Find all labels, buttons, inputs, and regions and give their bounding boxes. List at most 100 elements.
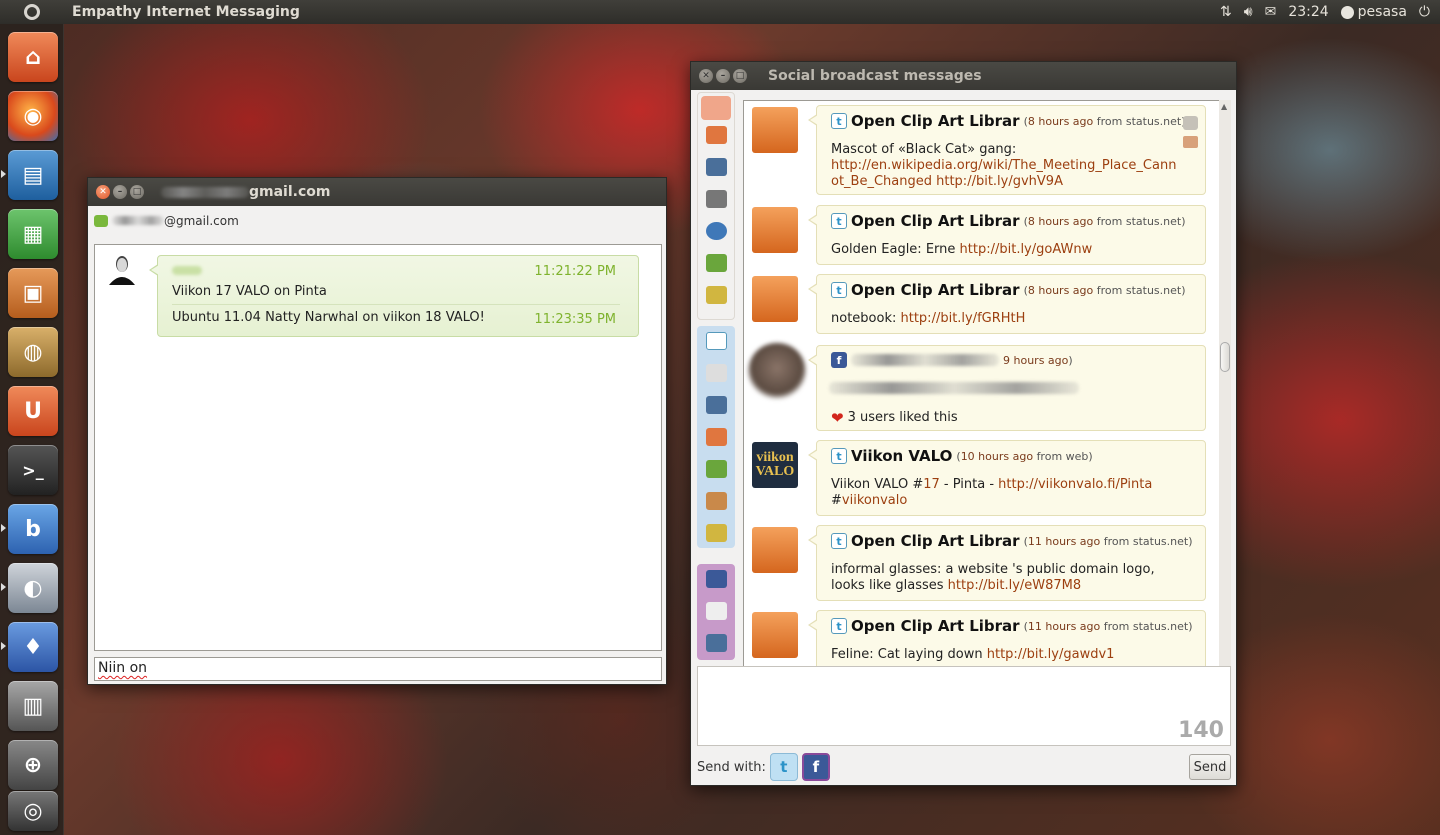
post-author[interactable]: Open Clip Art Librar [851, 112, 1020, 130]
pidgin-icon[interactable]: ♦ [8, 622, 58, 672]
post-text: Golden Eagle: Erne http://bit.ly/goAWnw [831, 242, 1181, 258]
volume-icon[interactable]: 🔊︎ [1244, 4, 1253, 20]
public-icon[interactable] [706, 222, 727, 240]
compose-box[interactable]: 140 [697, 666, 1231, 746]
chat-input[interactable]: Niin on [94, 657, 662, 681]
post-link[interactable]: http://bit.ly/fGRHtH [901, 311, 1026, 326]
clock[interactable]: 23:24 [1288, 4, 1328, 20]
post-time[interactable]: 8 hours ago [1028, 115, 1093, 128]
ubuntu-one-icon[interactable]: U [8, 386, 58, 436]
applications-lens-icon[interactable]: ⊕ [8, 740, 58, 790]
network-icon[interactable]: ⇅ [1220, 4, 1232, 20]
images-icon[interactable] [706, 396, 727, 414]
close-icon[interactable]: ✕ [96, 185, 110, 199]
post-from-label: from [1096, 214, 1123, 228]
twitter-icon[interactable] [706, 332, 727, 350]
openclipart-avatar [752, 276, 798, 322]
calc-icon[interactable]: ▦ [8, 209, 58, 259]
reply-icon[interactable] [706, 126, 727, 144]
empathy-icon[interactable]: ◐ [8, 563, 58, 613]
post-link[interactable]: http://viikonvalo.fi/Pinta [998, 477, 1152, 492]
message-time: 11:21:22 PM [534, 264, 616, 279]
post-bubble: t Open Clip Art Librar (8 hours ago from… [808, 105, 1206, 195]
post-body: - Pinta - [939, 477, 999, 492]
post-tag-link[interactable]: 17 [923, 477, 940, 492]
post-author[interactable]: Open Clip Art Librar [851, 532, 1020, 550]
post-meta: (8 hours ago from status.net) [1023, 114, 1186, 128]
post-link[interactable]: http://bit.ly/gawdv1 [987, 647, 1115, 662]
images-icon[interactable] [706, 634, 727, 652]
post-author[interactable]: Viikon VALO [851, 447, 952, 465]
likes-text[interactable]: 3 users liked this [848, 410, 958, 426]
send-button[interactable]: Send [1189, 754, 1231, 780]
messages-icon[interactable] [706, 602, 727, 620]
send-facebook-toggle[interactable]: f [801, 753, 830, 781]
inbox-icon[interactable] [701, 96, 731, 120]
scrollbar-thumb[interactable] [1220, 342, 1230, 372]
post-source: status.net [1125, 214, 1182, 228]
post-time[interactable]: 11 hours ago [1028, 535, 1100, 548]
ubuntu-logo-icon[interactable] [0, 0, 64, 24]
workspace-switcher-icon[interactable]: ▥ [8, 681, 58, 731]
user-menu[interactable]: pesasa [1340, 4, 1407, 20]
maximize-icon[interactable]: □ [733, 69, 747, 83]
post-time[interactable]: 11 hours ago [1028, 620, 1100, 633]
running-indicator [1, 524, 6, 532]
download-icon[interactable] [706, 254, 727, 272]
firefox-icon[interactable]: ◉ [8, 91, 58, 141]
upload-icon[interactable] [706, 524, 727, 542]
post-from-label: from [1096, 283, 1123, 297]
reply-icon[interactable] [1183, 136, 1198, 148]
twitter-icon: t [831, 113, 847, 129]
close-icon[interactable]: ✕ [699, 69, 713, 83]
reply-icon[interactable] [706, 428, 727, 446]
user-name: pesasa [1357, 4, 1407, 20]
software-center-icon[interactable]: ◍ [8, 327, 58, 377]
post-actions [1183, 116, 1199, 148]
blurred-sender [172, 266, 202, 275]
impress-icon[interactable]: ▣ [8, 268, 58, 318]
post-link[interactable]: http://bit.ly/eW87M8 [948, 578, 1082, 593]
images-icon[interactable] [706, 158, 727, 176]
minimize-icon[interactable]: – [113, 185, 127, 199]
writer-icon[interactable]: ▤ [8, 150, 58, 200]
post-time[interactable]: 8 hours ago [1028, 215, 1093, 228]
facebook-icon[interactable] [706, 570, 727, 588]
message-feed[interactable]: t Open Clip Art Librar (8 hours ago from… [743, 100, 1229, 720]
retweet-icon[interactable] [1183, 116, 1198, 130]
post-link[interactable]: http://bit.ly/goAWnw [960, 242, 1093, 257]
post-author[interactable]: Open Clip Art Librar [851, 212, 1020, 230]
send-twitter-toggle[interactable]: t [769, 753, 798, 781]
upload-icon[interactable] [706, 286, 727, 304]
post-author[interactable]: Open Clip Art Librar [851, 281, 1020, 299]
post-time[interactable]: 8 hours ago [1028, 284, 1093, 297]
post-hashtag-link[interactable]: viikonvalo [842, 493, 907, 508]
stream-sidebar [697, 92, 735, 720]
chat-title: gmail.com [249, 184, 331, 200]
message-text: Ubuntu 11.04 Natty Narwhal on viikon 18 … [172, 310, 485, 325]
post-source: status.net [1125, 283, 1182, 297]
trash-icon[interactable]: ◎ [8, 791, 58, 831]
post-time[interactable]: 9 hours ago [1003, 354, 1068, 367]
links-icon[interactable] [706, 190, 727, 208]
facebook-user-avatar [748, 343, 806, 399]
gwibber-icon[interactable]: b [8, 504, 58, 554]
post-link[interactable]: http://en.wikipedia.org/wiki/The_Meeting… [831, 158, 1176, 189]
terminal-icon[interactable]: >_ [8, 445, 58, 495]
home-folder-icon[interactable]: ⌂ [8, 32, 58, 82]
post-source: web [1065, 449, 1089, 463]
messages-icon[interactable] [706, 364, 727, 382]
minimize-icon[interactable]: – [716, 69, 730, 83]
mail-icon[interactable]: ✉ [1265, 4, 1277, 20]
feed-scrollbar[interactable]: ▲ ▼ [1219, 100, 1231, 720]
power-icon[interactable]: ⏻ [1419, 4, 1430, 20]
social-titlebar[interactable]: ✕ – □ Social broadcast messages [691, 62, 1236, 90]
post-author[interactable]: Open Clip Art Librar [851, 617, 1020, 635]
post-time[interactable]: 10 hours ago [961, 450, 1033, 463]
maximize-icon[interactable]: □ [130, 185, 144, 199]
chat-titlebar[interactable]: ✕ – □ gmail.com [88, 178, 666, 206]
download-icon[interactable] [706, 460, 727, 478]
scroll-up-icon[interactable]: ▲ [1221, 102, 1227, 111]
chat-log[interactable]: Viikon 17 VALO on Pinta 11:21:22 PM Ubun… [94, 244, 662, 651]
people-icon[interactable] [706, 492, 727, 510]
